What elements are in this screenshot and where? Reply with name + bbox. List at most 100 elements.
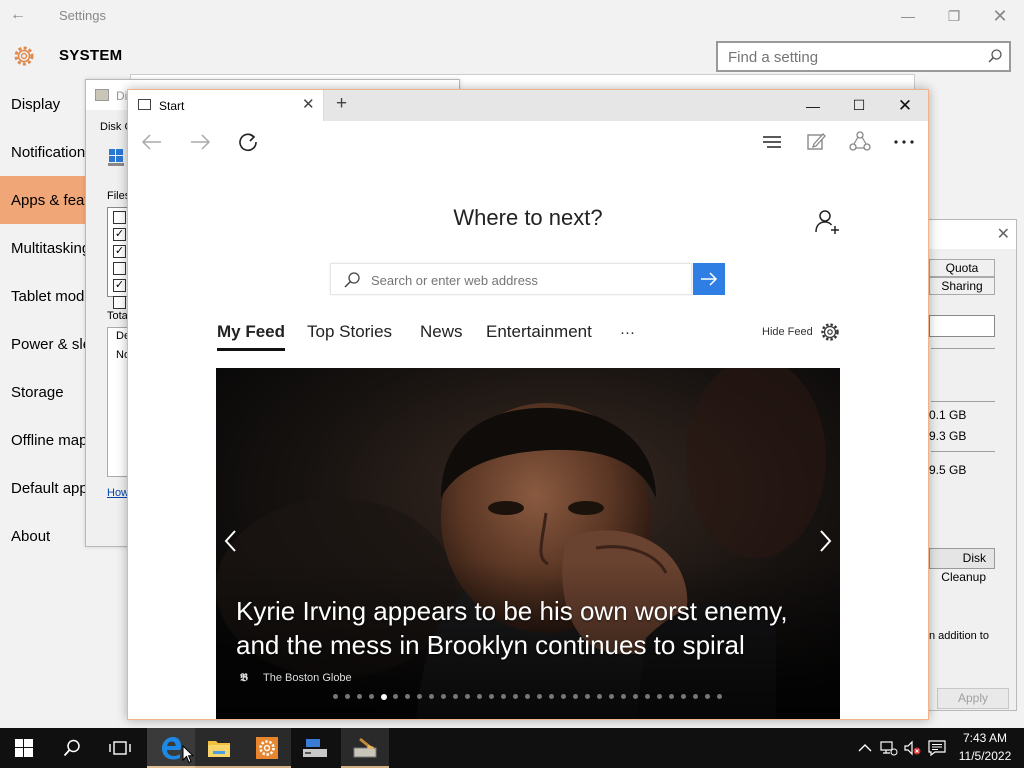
address-input[interactable] (371, 270, 681, 290)
start-button[interactable] (0, 728, 48, 768)
slide-dot[interactable] (585, 694, 590, 699)
slide-dot[interactable] (525, 694, 530, 699)
apply-button[interactable]: Apply (937, 688, 1009, 709)
taskbar-server-manager[interactable] (291, 728, 339, 768)
slide-dot[interactable] (693, 694, 698, 699)
network-icon[interactable] (880, 739, 898, 757)
settings-close-button[interactable]: ✕ (977, 0, 1023, 32)
tab-entertainment[interactable]: Entertainment (486, 322, 592, 342)
volume-muted-icon[interactable] (904, 739, 922, 757)
drive-label-field[interactable] (929, 315, 995, 337)
search-button[interactable] (48, 728, 96, 768)
slide-dot[interactable] (717, 694, 722, 699)
slide-dot[interactable] (645, 694, 650, 699)
unchecked-checkbox[interactable] (113, 296, 126, 309)
unchecked-checkbox[interactable] (113, 211, 126, 224)
minimize-button[interactable]: — (790, 90, 836, 121)
sidebar-item-offline-maps[interactable]: Offline maps (0, 416, 90, 464)
slide-dot[interactable] (681, 694, 686, 699)
properties-close-button[interactable]: ✕ (997, 224, 1010, 244)
slide-dot[interactable] (453, 694, 458, 699)
find-setting-input[interactable] (728, 47, 978, 67)
sidebar-item-power-sleep[interactable]: Power & sleep (0, 320, 90, 368)
slide-dot[interactable] (429, 694, 434, 699)
disk-cleanup-button[interactable]: Disk Cleanup (929, 548, 995, 584)
slide-dot[interactable] (705, 694, 710, 699)
previous-slide-icon[interactable] (222, 526, 240, 556)
slide-dot[interactable] (573, 694, 578, 699)
checked-checkbox[interactable]: ✓ (113, 228, 126, 241)
unchecked-checkbox[interactable] (113, 262, 126, 275)
how-does-cleanup-work-link[interactable]: How (107, 487, 129, 499)
taskbar-settings[interactable] (243, 728, 291, 768)
slide-dot[interactable] (537, 694, 542, 699)
add-person-icon[interactable] (814, 208, 842, 236)
sidebar-item-multitasking[interactable]: Multitasking (0, 224, 90, 272)
slide-dot[interactable] (597, 694, 602, 699)
slide-dot[interactable] (609, 694, 614, 699)
more-icon[interactable] (891, 129, 917, 155)
sidebar-item-notifications[interactable]: Notifications (0, 128, 90, 176)
slide-dot[interactable] (489, 694, 494, 699)
close-button[interactable]: ✕ (882, 90, 928, 121)
slide-dot[interactable] (405, 694, 410, 699)
gear-icon[interactable] (820, 322, 840, 342)
hub-icon[interactable] (759, 129, 785, 155)
slide-dot[interactable] (477, 694, 482, 699)
slide-dot[interactable] (465, 694, 470, 699)
tab-quota[interactable]: Quota (929, 259, 995, 277)
back-icon[interactable] (139, 129, 165, 155)
maximize-button[interactable]: ☐ (836, 90, 882, 121)
slide-dot[interactable] (393, 694, 398, 699)
slide-dot[interactable] (333, 694, 338, 699)
slide-dot[interactable] (513, 694, 518, 699)
slide-dot[interactable] (633, 694, 638, 699)
slide-dot[interactable] (441, 694, 446, 699)
slide-dot[interactable] (357, 694, 362, 699)
clock-time[interactable]: 7:43 AM (955, 731, 1015, 745)
settings-restore-button[interactable]: ❐ (931, 0, 977, 32)
tab-top-stories[interactable]: Top Stories (307, 322, 392, 342)
find-setting-search[interactable] (716, 41, 1011, 72)
slide-dot[interactable] (621, 694, 626, 699)
action-center-icon[interactable] (928, 739, 946, 757)
taskbar-file-explorer[interactable] (195, 728, 243, 768)
web-note-icon[interactable] (803, 129, 829, 155)
slide-dot-active[interactable] (381, 693, 387, 700)
tab-sharing[interactable]: Sharing (929, 277, 995, 295)
sidebar-item-storage[interactable]: Storage (0, 368, 90, 416)
slide-dot[interactable] (669, 694, 674, 699)
hero-carousel[interactable]: Kyrie Irving appears to be his own worst… (216, 368, 840, 719)
checked-checkbox[interactable]: ✓ (113, 279, 126, 292)
slide-dot[interactable] (549, 694, 554, 699)
tab-my-feed[interactable]: My Feed (217, 322, 286, 351)
chevron-up-icon[interactable] (856, 739, 874, 757)
back-arrow-icon[interactable]: ← (10, 6, 26, 24)
task-view-button[interactable] (96, 728, 144, 768)
more-tabs-button[interactable]: ··· (620, 324, 635, 341)
address-search-box[interactable] (330, 263, 692, 295)
hero-headline[interactable]: Kyrie Irving appears to be his own worst… (236, 594, 826, 662)
forward-icon[interactable] (187, 129, 213, 155)
slide-dot[interactable] (561, 694, 566, 699)
refresh-icon[interactable] (235, 129, 261, 155)
sidebar-item-tablet-mode[interactable]: Tablet mode (0, 272, 90, 320)
sidebar-item-default-apps[interactable]: Default apps (0, 464, 90, 512)
sidebar-item-about[interactable]: About (0, 512, 90, 560)
share-icon[interactable] (847, 129, 873, 155)
new-tab-button[interactable]: + (336, 93, 347, 115)
slide-dot[interactable] (657, 694, 662, 699)
slide-dot[interactable] (369, 694, 374, 699)
close-tab-icon[interactable]: ✕ (302, 95, 315, 113)
tab-start[interactable]: Start ✕ (128, 90, 324, 121)
slide-dot[interactable] (501, 694, 506, 699)
hide-feed-button[interactable]: Hide Feed (762, 326, 813, 338)
sidebar-item-display[interactable]: Display (0, 80, 90, 128)
taskbar-disk-cleanup[interactable] (341, 728, 389, 768)
checked-checkbox[interactable]: ✓ (113, 245, 126, 258)
settings-minimize-button[interactable]: — (885, 0, 931, 32)
slide-dot[interactable] (345, 694, 350, 699)
tab-news[interactable]: News (420, 322, 463, 342)
slide-dot[interactable] (417, 694, 422, 699)
go-button[interactable] (693, 263, 725, 295)
